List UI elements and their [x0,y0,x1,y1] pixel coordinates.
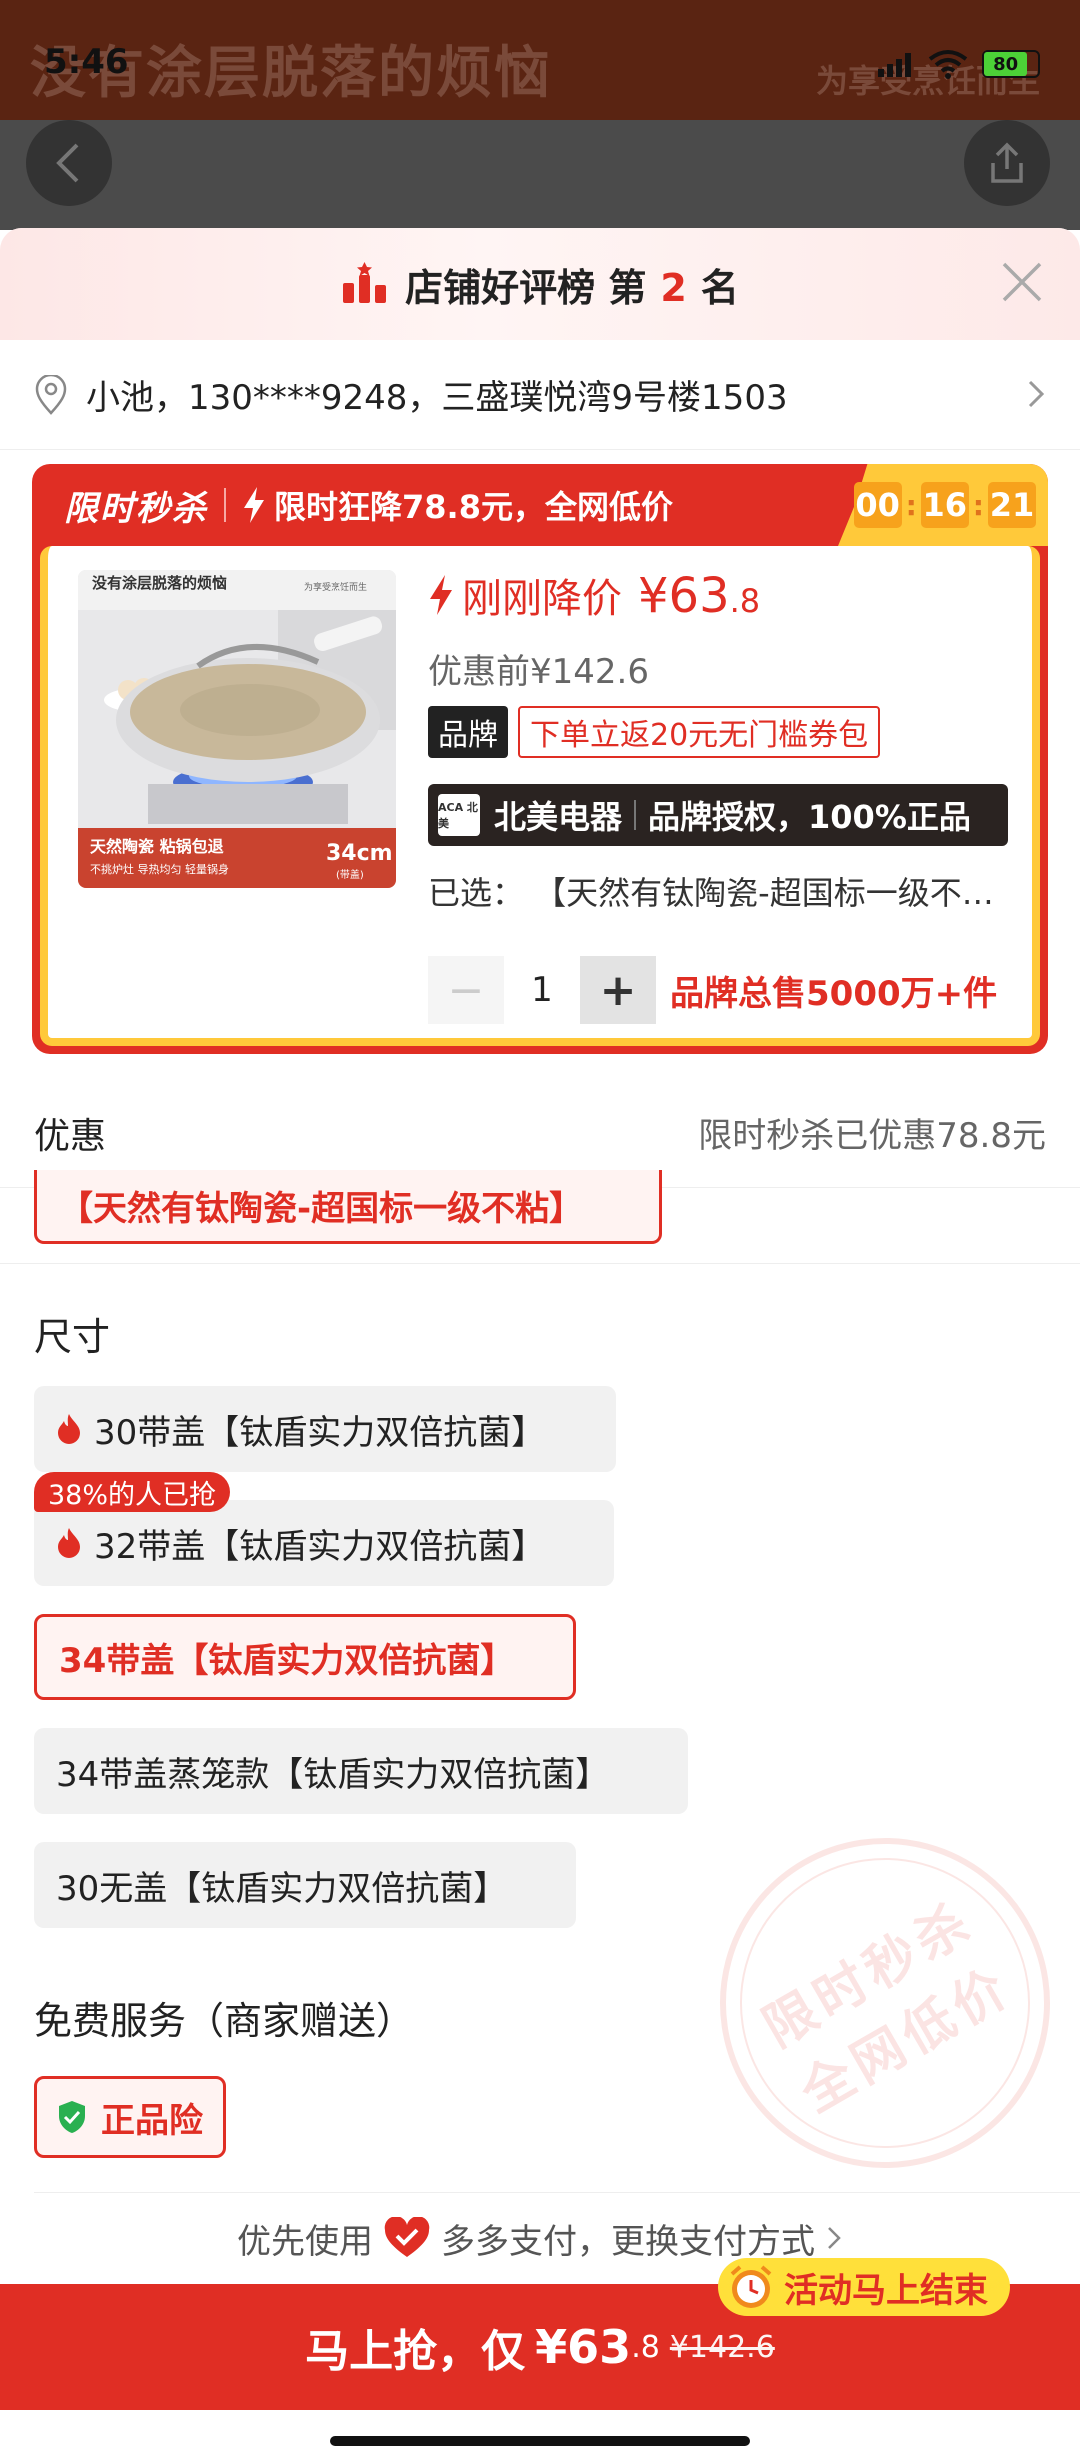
service-section-label: 免费服务（商家赠送） [34,1999,415,2043]
lightning-icon [244,487,264,523]
buy-now-old-price: ¥142.6 [669,2329,775,2365]
address-text: 小池，130****9248，三盛璞悦湾9号楼1503 [86,378,788,418]
size-option-label: 34带盖蒸笼款【钛盾实力双倍抗菌】 [56,1754,610,1795]
flash-sale-card: 限时秒杀 限时狂降78.8元，全网低价 00 : 16 : 21 没有涂层脱落的… [32,464,1048,1054]
background-nav [0,120,1080,230]
image-feature-sub: 不挑炉灶 导热均匀 轻量锅身 [90,862,229,876]
size-option[interactable]: 32带盖【钛盾实力双倍抗菌】 [34,1500,614,1586]
brand-sales-text: 品牌总售5000万+件 [670,973,998,1014]
selected-variant: 已选： 【天然有钛陶瓷-超国标一级不粘】 [428,874,998,912]
increase-quantity-button[interactable]: + [580,956,656,1024]
buy-now-price-decimal: .8 [631,2329,660,2365]
size-option[interactable]: 30无盖【钛盾实力双倍抗菌】 [34,1842,576,1928]
home-indicator[interactable] [330,2436,750,2446]
service-label: 正品险 [101,2100,203,2141]
countdown-timer: 00 : 16 : 21 [853,482,1036,528]
battery-level: 80 [984,52,1028,76]
alarm-clock-icon [730,2265,772,2308]
rank-number: 2 [660,265,687,310]
size-option-label: 32带盖【钛盾实力双倍抗菌】 [94,1526,546,1567]
buy-now-price: ¥63 [535,2320,632,2374]
status-icons: 80 [878,44,1040,84]
flash-sale-logo: 限时秒杀 [64,488,208,529]
image-tagline: 为享受烹饪而生 [304,581,367,593]
quantity-stepper: − 1 + 品牌总售5000万+件 [428,956,997,1024]
rank-title: 店铺好评榜 第2名 [405,265,739,310]
timer-seconds: 21 [988,482,1036,528]
share-icon [991,142,1023,183]
current-price-decimal: .8 [729,582,761,620]
price-drop-label: 刚刚降价 [462,576,622,622]
wifi-icon [928,50,968,79]
chevron-right-icon [1028,380,1045,408]
image-feature: 天然陶瓷 粘锅包退 [90,837,224,856]
store-logo: ACA 北美 [438,794,480,836]
tag-row: 品牌 下单立返20元无门槛券包 [428,706,881,758]
back-button[interactable] [26,120,112,206]
sheet-header: 店铺好评榜 第2名 [0,228,1080,340]
payment-prefix: 优先使用 [237,2221,373,2262]
buy-now-label: 马上抢，仅 [305,2326,526,2377]
product-summary: 没有涂层脱落的烦恼 为享受烹饪而生 天然陶瓷 粘锅包退 不挑炉灶 导热均匀 轻量… [40,546,1040,1046]
discount-value: 限时秒杀已优惠78.8元 [698,1116,1046,1156]
duoduo-pay-icon [384,2217,430,2257]
brand-authorization-bar: ACA 北美 北美电器 品牌授权，100%正品 [428,784,1008,846]
status-time: 5:46 [44,42,129,82]
divider [224,488,226,522]
back-arrow-icon [56,143,79,183]
material-option-selected[interactable]: 【天然有钛陶瓷-超国标一级不粘】 [34,1170,662,1244]
battery-icon: 80 [982,50,1040,78]
ending-soon-text: 活动马上结束 [784,2270,988,2311]
wok-illustration: 没有涂层脱落的烦恼 为享受烹饪而生 天然陶瓷 粘锅包退 不挑炉灶 导热均匀 轻量… [78,570,396,888]
genuine-insurance-option[interactable]: 正品险 [34,2076,226,2158]
image-headline: 没有涂层脱落的烦恼 [92,574,227,592]
shield-check-icon [59,2101,85,2133]
size-option-label: 34带盖【钛盾实力双倍抗菌】 [59,1640,515,1681]
divider [634,800,637,830]
divider [0,1263,1080,1264]
fire-icon [58,1528,80,1558]
brand-badge: 品牌 [428,706,508,758]
fire-icon [58,1414,80,1444]
share-button[interactable] [964,120,1050,206]
coupon-badge: 下单立返20元无门槛券包 [518,706,881,758]
lightning-icon [430,575,452,615]
size-option[interactable]: 34带盖蒸笼款【钛盾实力双倍抗菌】 [34,1728,688,1814]
ending-soon-badge: 活动马上结束 [718,2258,1010,2316]
popularity-badge: 38%的人已抢 [34,1472,231,1512]
size-option-selected[interactable]: 34带盖【钛盾实力双倍抗菌】 [34,1614,576,1700]
size-section-label: 尺寸 [34,1315,111,1359]
image-size-note: (带盖) [336,868,364,881]
size-option-label: 30带盖【钛盾实力双倍抗菌】 [94,1412,546,1453]
flash-sale-slogan: 限时狂降78.8元，全网低价 [274,488,673,526]
authorization-text: 品牌授权，100%正品 [648,798,971,836]
payment-method: 多多支付，更换支付方式 [441,2221,815,2262]
quantity-value[interactable]: 1 [504,970,580,1010]
close-icon[interactable] [1000,260,1044,304]
image-size: 34cm [326,841,393,866]
chevron-right-icon [828,2227,841,2249]
background-page: 没有涂层脱落的烦恼 为享受烹饪而生 5:46 80 [0,0,1080,230]
location-pin-icon [35,374,67,415]
option-label: 【天然有钛陶瓷-超国标一级不粘】 [59,1189,584,1229]
current-price-row: 刚刚降价 ¥63 .8 [428,566,760,624]
timer-minutes: 16 [920,482,969,528]
store-name: 北美电器 [494,798,623,836]
address-row[interactable]: 小池，130****9248，三盛璞悦湾9号楼1503 [0,340,1080,450]
product-image[interactable]: 没有涂层脱落的烦恼 为享受烹饪而生 天然陶瓷 粘锅包退 不挑炉灶 导热均匀 轻量… [78,570,396,888]
current-price: ¥63 [638,568,730,624]
original-price: 优惠前¥142.6 [428,652,649,692]
signal-icon [878,51,914,77]
sku-sheet: 店铺好评榜 第2名 小池，130****9248，三盛璞悦湾9号楼1503 限时… [0,228,1080,2460]
decrease-quantity-button[interactable]: − [428,956,504,1024]
size-option-label: 30无盖【钛盾实力双倍抗菌】 [56,1868,508,1909]
flash-sale-stamp: 限时秒杀 全网低价 [659,1777,1080,2229]
size-option[interactable]: 30带盖【钛盾实力双倍抗菌】 [34,1386,616,1472]
discount-label: 优惠 [34,1115,107,1157]
timer-hours: 00 [853,482,902,528]
ranking-icon [343,262,387,303]
